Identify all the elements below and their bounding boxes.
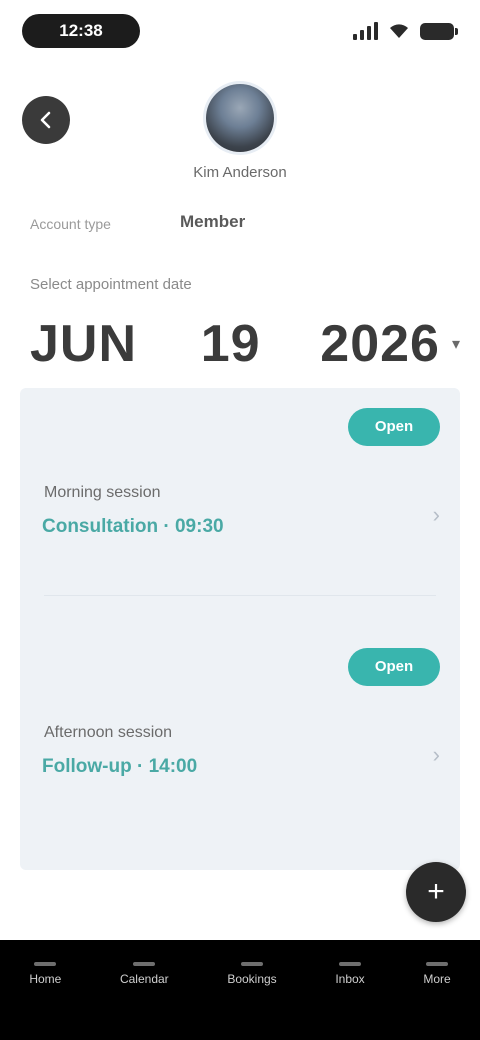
date-section-label: Select appointment date xyxy=(30,276,192,293)
session-title: Morning session xyxy=(44,484,161,501)
nav-item-more[interactable]: More xyxy=(423,962,451,986)
nav-label: Home xyxy=(29,972,62,986)
account-type-label: Account type xyxy=(30,216,111,232)
battery-icon xyxy=(420,22,458,40)
nav-item-bookings[interactable]: Bookings xyxy=(227,962,277,986)
nav-label: Inbox xyxy=(335,972,365,986)
session-subtitle: Follow-up · 14:00 xyxy=(42,756,198,777)
avatar[interactable] xyxy=(206,84,274,152)
nav-label: More xyxy=(423,972,451,986)
status-time: 12:38 xyxy=(22,14,140,48)
home-icon xyxy=(34,962,57,966)
signal-icon xyxy=(353,22,378,40)
session-card[interactable]: Open Afternoon session Follow-up · 14:00… xyxy=(20,636,460,836)
nav-label: Calendar xyxy=(119,972,169,986)
back-button[interactable] xyxy=(22,96,70,144)
bookings-icon xyxy=(241,962,263,966)
wifi-icon xyxy=(390,24,408,38)
status-badge: Open xyxy=(348,408,440,446)
session-title: Afternoon session xyxy=(44,724,173,741)
date-day[interactable]: 19 xyxy=(181,314,280,374)
nav-item-home[interactable]: Home xyxy=(29,962,61,986)
nav-item-calendar[interactable]: Calendar xyxy=(120,962,169,986)
plus-icon: + xyxy=(427,875,445,908)
date-year[interactable]: 2026 xyxy=(320,314,440,374)
date-month[interactable]: JUN xyxy=(30,314,173,374)
more-icon xyxy=(426,962,448,966)
chevron-right-icon: › xyxy=(432,502,440,527)
status-badge: Open xyxy=(348,648,440,686)
session-card[interactable]: Open Morning session Consultation · 09:3… xyxy=(20,396,460,596)
nav-item-inbox[interactable]: Inbox xyxy=(335,962,365,986)
status-bar: 12:38 xyxy=(0,0,480,64)
calendar-icon xyxy=(133,962,156,966)
status-icons xyxy=(353,20,458,42)
session-list: Open Morning session Consultation · 09:3… xyxy=(20,388,460,870)
profile-name: Kim Anderson xyxy=(193,164,287,181)
account-type-value: Member xyxy=(180,212,246,231)
add-button[interactable]: + xyxy=(406,862,466,922)
back-arrow-icon xyxy=(40,111,51,129)
bottom-nav: Home Calendar Bookings Inbox More xyxy=(0,940,480,1040)
session-subtitle: Consultation · 09:30 xyxy=(42,516,224,537)
card-divider xyxy=(44,595,436,596)
inbox-icon xyxy=(339,962,361,966)
chevron-down-icon[interactable]: ▾ xyxy=(452,334,460,354)
nav-label: Bookings xyxy=(227,972,277,986)
chevron-right-icon: › xyxy=(432,742,440,767)
date-picker[interactable]: JUN 19 2026 ▾ xyxy=(30,314,460,374)
